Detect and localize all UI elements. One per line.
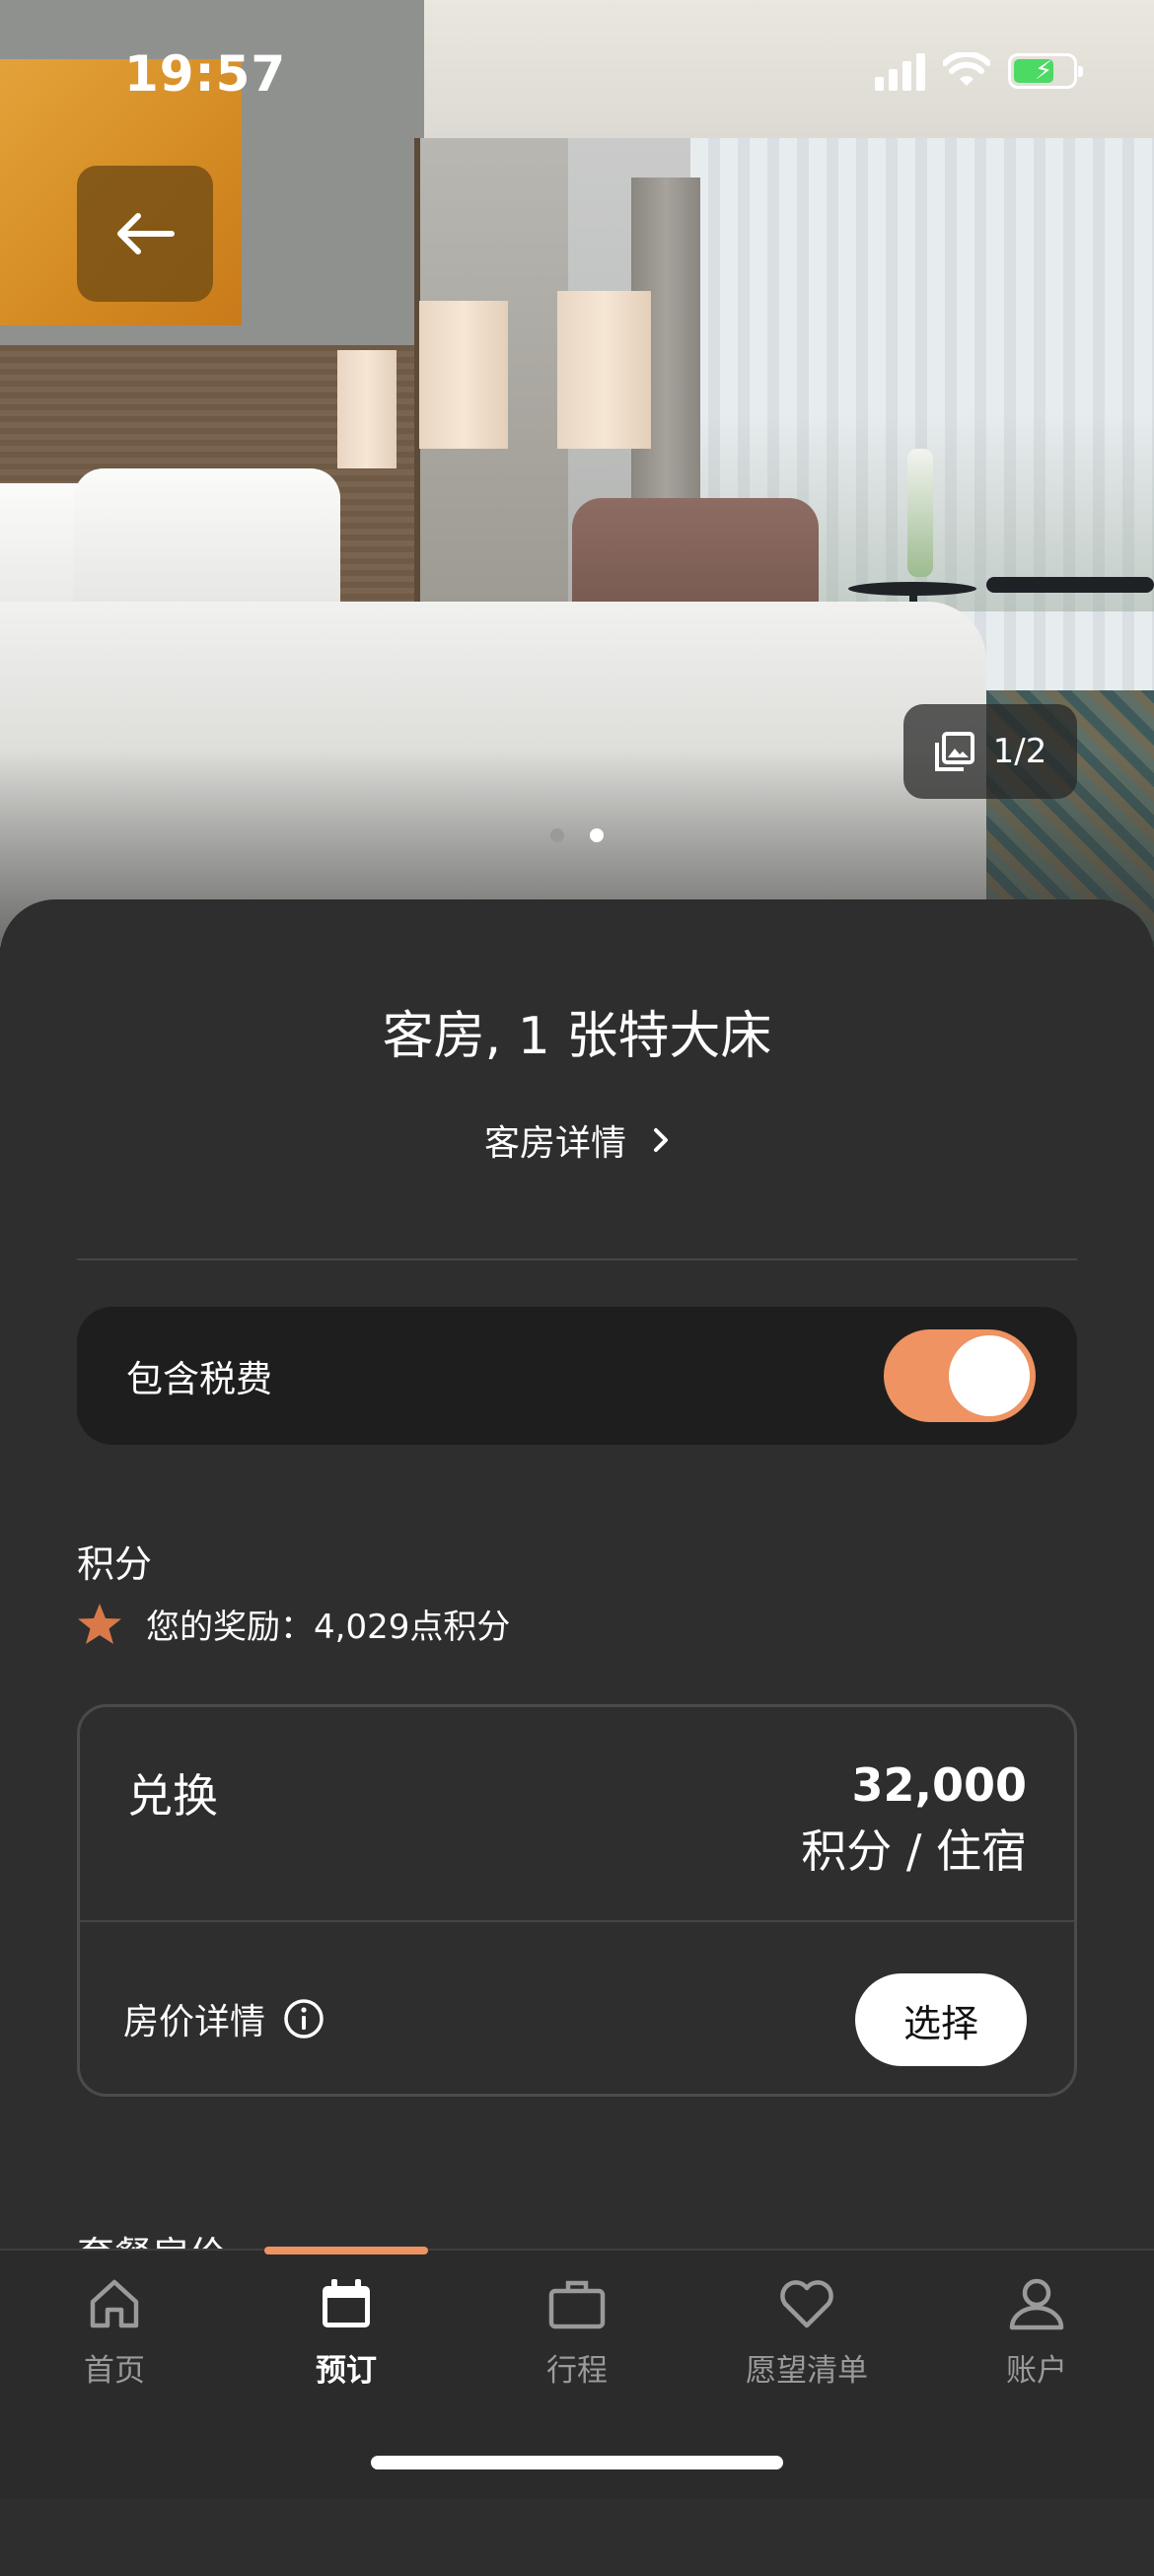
chevron-right-icon xyxy=(654,1128,668,1152)
tab-trips[interactable]: 行程 xyxy=(483,2276,671,2390)
gallery-pagination xyxy=(0,828,1154,842)
info-icon xyxy=(284,1999,324,2039)
battery-icon: ⚡ xyxy=(1008,53,1083,89)
arrow-left-icon xyxy=(117,213,175,254)
calendar-icon xyxy=(323,2279,370,2327)
reward-text: 您的奖励：4,029点积分 xyxy=(146,1608,511,1647)
status-time: 19:57 xyxy=(124,45,287,103)
room-photo[interactable] xyxy=(0,0,1154,947)
rate-details-label: 房价详情 xyxy=(123,2002,266,2042)
tab-booking[interactable]: 预订 xyxy=(252,2276,440,2390)
gallery-icon xyxy=(934,732,974,771)
tab-label: 愿望清单 xyxy=(746,2353,868,2389)
home-icon xyxy=(90,2279,139,2328)
points-heading: 积分 xyxy=(77,1542,153,1586)
wifi-icon xyxy=(943,52,990,86)
room-details-link[interactable]: 客房详情 xyxy=(0,1114,1154,1166)
room-details-label: 客房详情 xyxy=(483,1123,626,1164)
room-title: 客房, 1 张特大床 xyxy=(382,1007,772,1066)
reward-row: 您的奖励：4,029点积分 xyxy=(77,1600,510,1648)
photo-counter-button[interactable]: 1/2 xyxy=(903,704,1077,799)
redeem-rate-card: 兑换 32,000 积分 / 住宿 房价详情 选择 xyxy=(77,1704,1077,2097)
points-per-stay: 积分 / 住宿 xyxy=(801,1825,1027,1878)
tab-label: 预订 xyxy=(316,2353,377,2389)
tab-account[interactable]: 账户 xyxy=(943,2276,1130,2390)
back-button[interactable] xyxy=(77,166,213,302)
toggle-knob xyxy=(949,1335,1030,1416)
redeem-label: 兑换 xyxy=(127,1769,218,1823)
tab-wishlist[interactable]: 愿望清单 xyxy=(713,2276,901,2390)
divider xyxy=(77,1258,1077,1260)
tab-label: 账户 xyxy=(1006,2353,1067,2389)
photo-lamp xyxy=(419,301,508,449)
select-button[interactable]: 选择 xyxy=(855,1973,1027,2066)
card-divider xyxy=(80,1920,1074,1922)
tax-label: 包含税费 xyxy=(126,1358,272,1400)
tab-label: 行程 xyxy=(546,2353,608,2389)
star-icon xyxy=(78,1603,121,1644)
active-tab-indicator xyxy=(264,2247,428,2254)
page-dot-active[interactable] xyxy=(590,828,604,842)
heart-icon xyxy=(780,2280,833,2328)
tab-label: 首页 xyxy=(84,2353,145,2389)
person-icon xyxy=(1009,2278,1064,2330)
tax-toggle-row: 包含税费 xyxy=(77,1307,1077,1445)
photo-lamp xyxy=(337,350,397,468)
photo-lamp xyxy=(557,291,651,449)
photo-flower xyxy=(907,449,933,577)
home-indicator xyxy=(371,2456,783,2469)
tax-toggle[interactable] xyxy=(884,1329,1036,1422)
status-icons: ⚡ xyxy=(875,51,1083,91)
points-value: 32,000 xyxy=(851,1758,1027,1812)
rate-details-link[interactable]: 房价详情 xyxy=(123,1993,325,2044)
briefcase-icon xyxy=(548,2280,606,2329)
photo-desk xyxy=(986,577,1154,593)
page-dot[interactable] xyxy=(550,828,564,842)
tab-home[interactable]: 首页 xyxy=(21,2276,208,2390)
cellular-signal-icon xyxy=(875,51,925,91)
photo-counter-text: 1/2 xyxy=(992,732,1047,771)
